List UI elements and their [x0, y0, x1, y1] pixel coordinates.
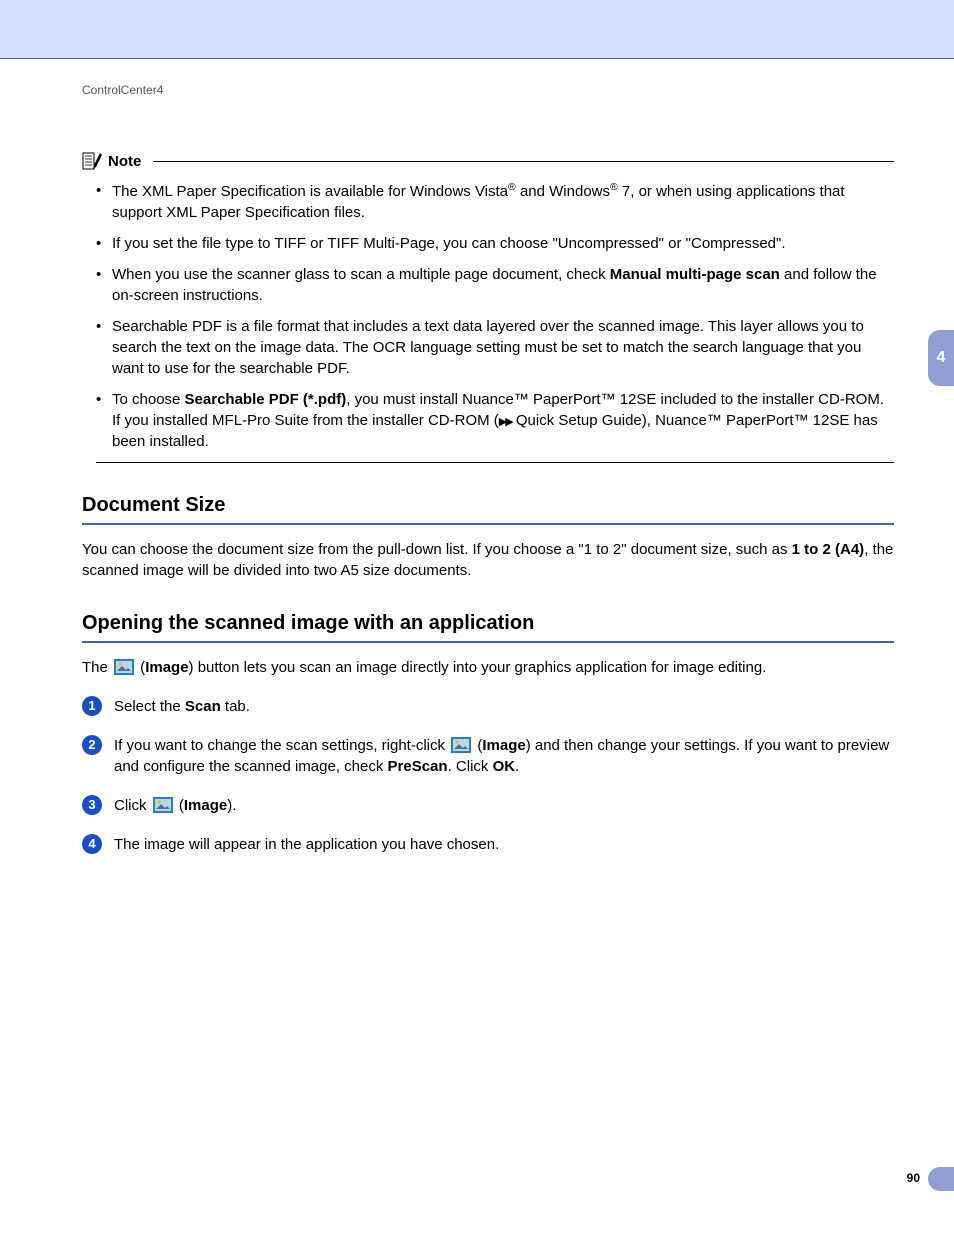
step-body: The image will appear in the application… [114, 836, 499, 853]
note-item: To choose Searchable PDF (*.pdf), you mu… [96, 389, 894, 452]
arrows-icon: ▶▶ [499, 416, 512, 428]
bold-text: Image [145, 659, 188, 676]
note-bottom-rule [96, 462, 894, 463]
step-body: Select the Scan tab. [114, 698, 250, 715]
page-content: ControlCenter4 Note The XML Paper Specif… [82, 82, 894, 873]
image-icon [153, 797, 173, 813]
note-item: If you set the file type to TIFF or TIFF… [96, 233, 894, 254]
bold-text: Scan [185, 698, 221, 715]
step-item: 2 If you want to change the scan settings… [82, 735, 894, 777]
bold-text: OK [493, 758, 516, 775]
top-bar [0, 0, 954, 58]
note-item: Searchable PDF is a file format that inc… [96, 316, 894, 379]
bold-text: Image [482, 737, 525, 754]
bold-text: 1 to 2 (A4) [792, 541, 865, 558]
step-number: 3 [82, 795, 102, 815]
opening-image-intro: The (Image) button lets you scan an imag… [82, 657, 894, 678]
section-title-opening-image: Opening the scanned image with an applic… [82, 609, 894, 643]
note-list: The XML Paper Specification is available… [96, 180, 894, 452]
steps-list: 1 Select the Scan tab. 2 If you want to cha… [82, 696, 894, 855]
step-item: 4 The image will appear in the applicatio… [82, 834, 894, 855]
note-label: Note [108, 151, 141, 172]
note-heading: Note [82, 151, 894, 172]
image-icon [451, 737, 471, 753]
note-item: When you use the scanner glass to scan a… [96, 264, 894, 306]
bold-text: Manual multi-page scan [610, 266, 780, 283]
step-item: 3 Click (Image). [82, 795, 894, 816]
step-item: 1 Select the Scan tab. [82, 696, 894, 717]
bold-text: PreScan [388, 758, 448, 775]
bold-text: Image [184, 797, 227, 814]
step-number: 4 [82, 834, 102, 854]
section-title-document-size: Document Size [82, 491, 894, 525]
header-rule [0, 58, 954, 59]
page-number: 90 [907, 1170, 920, 1187]
page-corner [928, 1167, 954, 1191]
chapter-tab: 4 [928, 330, 954, 386]
document-size-paragraph: You can choose the document size from th… [82, 539, 894, 581]
note-block: Note The XML Paper Specification is avai… [82, 151, 894, 463]
registered-mark: ® [610, 181, 618, 193]
note-rule [153, 161, 894, 162]
note-icon [82, 151, 102, 171]
bold-text: Searchable PDF (*.pdf) [185, 391, 347, 408]
step-number: 1 [82, 696, 102, 716]
step-body: Click (Image). [114, 797, 236, 814]
registered-mark: ® [508, 181, 516, 193]
step-number: 2 [82, 735, 102, 755]
step-body: If you want to change the scan settings,… [114, 737, 889, 775]
image-icon [114, 659, 134, 675]
note-item: The XML Paper Specification is available… [96, 180, 894, 223]
running-header: ControlCenter4 [82, 82, 894, 99]
